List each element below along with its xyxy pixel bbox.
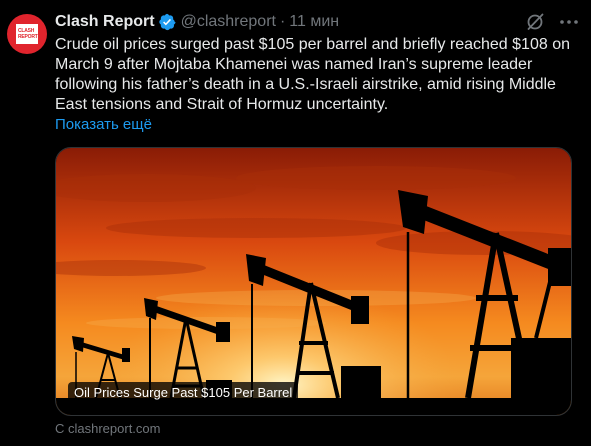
avatar-logo: CLASH REPORT	[16, 24, 38, 44]
card-title: Oil Prices Surge Past $105 Per Barrel	[68, 382, 299, 403]
card-image	[56, 148, 571, 415]
avatar-logo-line-2: REPORT	[18, 34, 38, 40]
author-handle[interactable]: @clashreport	[181, 13, 276, 31]
author-name[interactable]: Clash Report	[55, 13, 155, 31]
tweet-header: Clash Report @clashreport · 11 мин	[55, 11, 339, 33]
card-source[interactable]: С clashreport.com	[55, 420, 160, 438]
separator-dot: ·	[279, 13, 286, 30]
tweet-time[interactable]: 11 мин	[289, 13, 339, 31]
more-horizontal-icon[interactable]	[558, 11, 580, 33]
show-more-link[interactable]: Показать ещё	[55, 115, 152, 135]
grok-icon[interactable]	[524, 11, 546, 33]
tweet-text: Crude oil prices surged past $105 per ba…	[55, 36, 570, 113]
link-card[interactable]: Oil Prices Surge Past $105 Per Barrel	[55, 147, 572, 416]
tweet[interactable]: CLASH REPORT Clash Report @clashreport ·…	[0, 0, 591, 446]
avatar[interactable]: CLASH REPORT	[7, 14, 47, 54]
verified-badge-icon[interactable]	[158, 13, 176, 31]
